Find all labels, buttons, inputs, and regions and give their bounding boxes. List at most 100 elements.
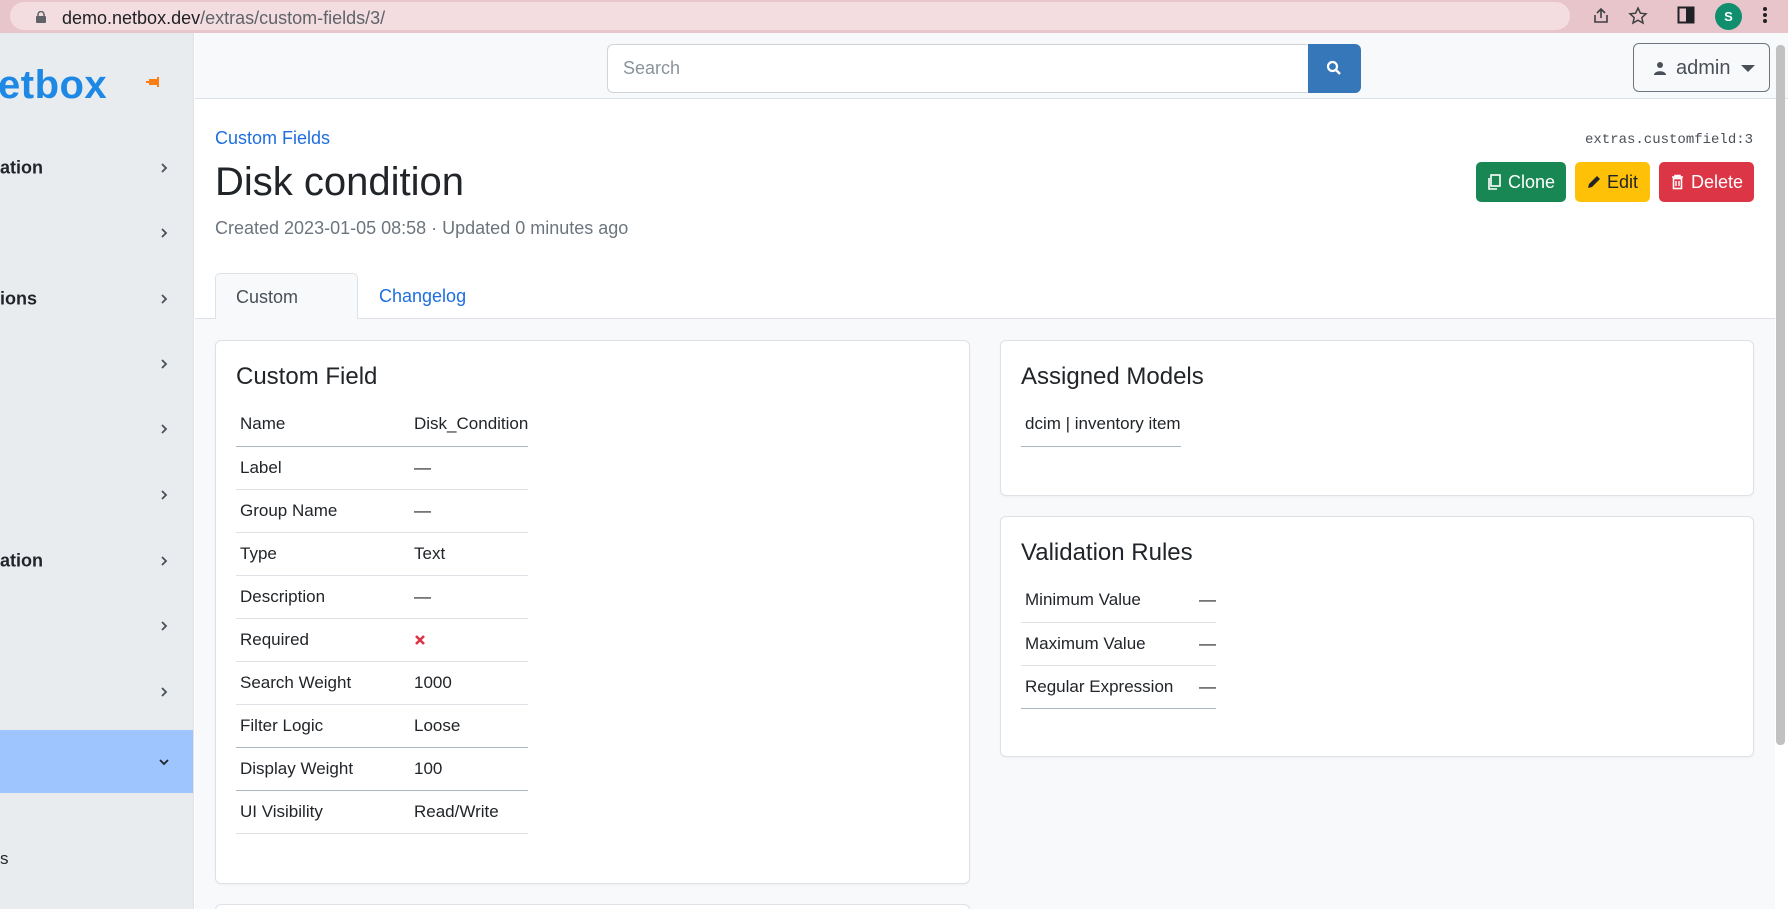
table-row: Filter Logic Loose [236, 704, 529, 747]
validation-rules-card: Validation Rules Minimum Value — Maximum … [1000, 516, 1754, 757]
row-key: Label [240, 457, 282, 477]
chevron-right-icon [161, 424, 168, 434]
user-menu-button[interactable]: admin [1633, 43, 1770, 92]
sidebar-item-9[interactable] [0, 662, 193, 722]
row-value [414, 618, 528, 661]
sidebar-item-7[interactable]: ation [0, 531, 193, 591]
trash-icon [1672, 174, 1683, 190]
row-value: 100 [414, 758, 443, 778]
row-value: Read/Write [414, 801, 499, 821]
tab-custom-field[interactable]: Custom Field [215, 273, 358, 353]
lock-icon [36, 11, 46, 23]
delete-button[interactable]: Delete [1659, 162, 1754, 202]
row-value: Loose [414, 715, 461, 735]
table-row: Search Weight 1000 [236, 661, 529, 704]
sidebar-item-5[interactable] [0, 399, 193, 459]
sidebar-item-8[interactable] [0, 596, 193, 656]
x-mark-icon [415, 635, 425, 645]
row-key: Regular Expression [1025, 676, 1174, 696]
chevron-right-icon [161, 621, 168, 631]
row-value: — [414, 500, 431, 520]
row-key: Display Weight [240, 758, 354, 778]
table-row: Regular Expression — [1021, 665, 1216, 708]
sidebar-item-label: ions [0, 288, 38, 309]
sidebar-item-4[interactable] [0, 334, 193, 394]
url-text[interactable]: demo.netbox.dev/extras/custom-fields/3/ [62, 8, 385, 29]
row-value: — [1199, 633, 1216, 653]
row-value: Text [414, 543, 446, 563]
table-row: Group Name — [236, 489, 529, 532]
row-value: 1000 [414, 672, 452, 692]
page-title: Disk condition [215, 160, 465, 204]
sidebar-item-label: ation [0, 157, 43, 178]
sidebar-item-6[interactable] [0, 465, 193, 525]
table-row: dcim | inventory item [1021, 403, 1181, 446]
sidebar-item-active[interactable] [0, 730, 193, 793]
assigned-models-table: dcim | inventory item [1021, 403, 1181, 447]
profile-avatar[interactable]: S [1715, 3, 1742, 30]
sidebar-subitem[interactable]: s [0, 849, 9, 869]
edit-button[interactable]: Edit [1575, 162, 1650, 202]
edit-label: Edit [1607, 172, 1639, 192]
row-value: — [1199, 590, 1216, 610]
object-tabs: Custom Field Changelog [195, 273, 1775, 353]
copy-icon [1488, 174, 1501, 190]
breadcrumb-custom-fields[interactable]: Custom Fields [215, 128, 330, 149]
row-key: UI Visibility [240, 801, 323, 821]
url-host: demo.netbox.dev [62, 8, 201, 28]
card-title: Assigned Models [1021, 363, 1204, 390]
clone-button[interactable]: Clone [1476, 162, 1566, 202]
table-row: Name Disk_Condition [236, 403, 529, 446]
top-header: admin [195, 33, 1788, 99]
row-key: Required [240, 629, 309, 649]
netbox-logo[interactable]: etbox [0, 63, 107, 108]
chevron-right-icon [161, 294, 168, 304]
row-key: Description [240, 586, 326, 606]
bookmark-star-icon[interactable] [1627, 6, 1649, 28]
object-identifier: extras.customfield:3 [1585, 132, 1754, 148]
table-row: Description — [236, 575, 529, 618]
table-row: Required [236, 618, 529, 661]
sidebar-item-1[interactable]: ation [0, 138, 193, 198]
row-key: Maximum Value [1025, 633, 1146, 653]
table-row: Type Text [236, 532, 529, 575]
table-row: UI Visibility Read/Write [236, 790, 529, 833]
search-input[interactable] [607, 44, 1307, 93]
chevron-right-icon [161, 359, 168, 369]
card-title: Validation Rules [1021, 539, 1193, 566]
more-menu-icon[interactable] [1754, 6, 1776, 28]
custom-field-table: Name Disk_Condition Label — Group Name — Ty… [236, 403, 529, 834]
row-key: Search Weight [240, 672, 352, 692]
table-row: Display Weight 100 [236, 747, 529, 790]
row-value: — [414, 457, 431, 477]
share-icon[interactable] [1590, 6, 1612, 28]
chevron-right-icon [161, 556, 168, 566]
sidebar: etbox ation ions ation s [0, 33, 194, 909]
pin-icon[interactable] [146, 75, 162, 89]
row-key: Group Name [240, 500, 338, 520]
custom-field-card: Custom Field Name Disk_Condition Label — G… [215, 340, 970, 884]
side-panel-icon[interactable] [1675, 6, 1697, 28]
delete-label: Delete [1691, 172, 1744, 192]
row-value: — [1199, 676, 1216, 696]
sidebar-item-2[interactable] [0, 203, 193, 263]
chevron-down-icon [159, 758, 169, 765]
table-row: Minimum Value — [1021, 579, 1216, 622]
validation-rules-table: Minimum Value — Maximum Value — Regular Ex… [1021, 579, 1216, 709]
caret-down-icon [1741, 65, 1755, 72]
address-bar[interactable]: demo.netbox.dev/extras/custom-fields/3/ [10, 2, 1570, 30]
row-value: Disk_Condition [414, 414, 529, 434]
chevron-right-icon [161, 490, 168, 500]
browser-toolbar: demo.netbox.dev/extras/custom-fields/3/ … [0, 0, 1788, 33]
sidebar-item-3[interactable]: ions [0, 269, 193, 329]
tab-changelog[interactable]: Changelog [359, 273, 486, 320]
assigned-model-item: dcim | inventory item [1025, 414, 1181, 434]
row-key: Type [240, 543, 277, 563]
page-scrollbar[interactable] [1776, 45, 1785, 745]
search-button[interactable] [1308, 44, 1361, 93]
row-key: Minimum Value [1025, 590, 1141, 610]
card-title: Custom Field [236, 363, 378, 390]
next-card [215, 904, 970, 909]
chevron-right-icon [161, 228, 168, 238]
clone-label: Clone [1508, 172, 1556, 192]
